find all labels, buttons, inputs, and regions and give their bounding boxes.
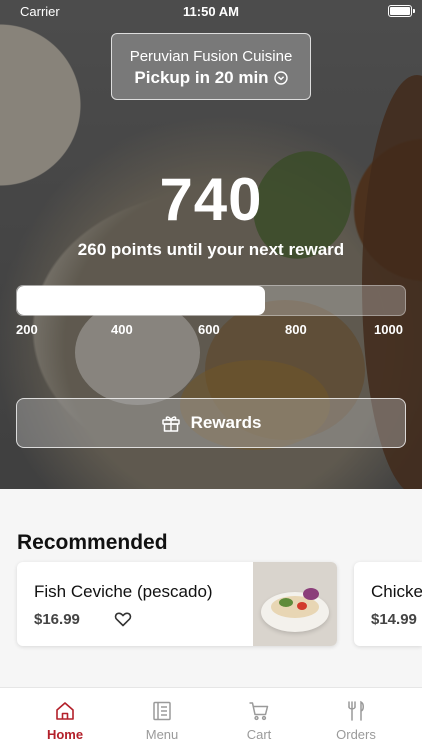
home-icon xyxy=(56,702,74,720)
points-subtitle: 260 points until your next reward xyxy=(77,240,345,259)
item-price: $14.99 xyxy=(371,611,417,628)
chevron-down-circle-icon xyxy=(273,71,288,85)
tab-label: Menu xyxy=(145,727,179,742)
item-photo xyxy=(253,562,337,646)
status-bar: Carrier 11:50 AM xyxy=(0,4,422,20)
progress-ticks: 200 400 600 800 1000 xyxy=(0,322,422,338)
hero-section: Carrier 11:50 AM Peruvian Fusion Cuisine… xyxy=(0,0,422,489)
tab-label: Orders xyxy=(336,727,376,742)
battery-icon xyxy=(388,5,415,17)
ceviche-onion xyxy=(303,588,319,600)
recommended-item[interactable]: Chicke $14.99 xyxy=(354,562,422,646)
tick-label: 1000 xyxy=(374,322,403,337)
fork-knife-icon xyxy=(348,700,364,721)
ceviche-cilantro xyxy=(279,598,293,607)
tab-menu[interactable]: Menu xyxy=(114,688,210,750)
tick-label: 200 xyxy=(16,322,38,337)
tab-label: Cart xyxy=(246,727,272,742)
tab-label: Home xyxy=(46,727,84,742)
recommended-item[interactable]: Fish Ceviche (pescado) $16.99 xyxy=(17,562,337,646)
tick-label: 800 xyxy=(285,322,307,337)
item-name: Chicke xyxy=(371,582,422,601)
recommended-heading: Recommended xyxy=(17,531,168,554)
restaurant-selector[interactable]: Peruvian Fusion Cuisine Pickup in 20 min xyxy=(111,33,311,100)
ceviche-pepper xyxy=(297,602,307,610)
item-price: $16.99 xyxy=(34,611,80,628)
gift-icon xyxy=(161,416,180,432)
menu-icon xyxy=(153,701,171,721)
tab-home[interactable]: Home xyxy=(17,688,113,750)
rewards-button[interactable]: Rewards xyxy=(16,398,406,448)
tick-label: 400 xyxy=(111,322,133,337)
rewards-progress-bar xyxy=(16,285,406,316)
pickup-time: Pickup in 20 min xyxy=(112,68,310,88)
item-name: Fish Ceviche (pescado) xyxy=(34,582,213,601)
tab-orders[interactable]: Orders xyxy=(308,688,404,750)
heart-icon[interactable] xyxy=(114,610,132,628)
points-value: 740 xyxy=(159,166,263,233)
restaurant-name: Peruvian Fusion Cuisine xyxy=(129,48,293,65)
tab-bar: Home Menu Cart Orders xyxy=(0,687,422,750)
tick-label: 600 xyxy=(198,322,220,337)
pickup-label: Pickup in 20 min xyxy=(134,68,269,87)
rewards-button-label: Rewards xyxy=(190,413,262,432)
tab-cart[interactable]: Cart xyxy=(211,688,307,750)
rewards-progress-fill xyxy=(17,286,266,315)
cart-icon xyxy=(249,702,269,721)
status-time: 11:50 AM xyxy=(183,4,239,19)
